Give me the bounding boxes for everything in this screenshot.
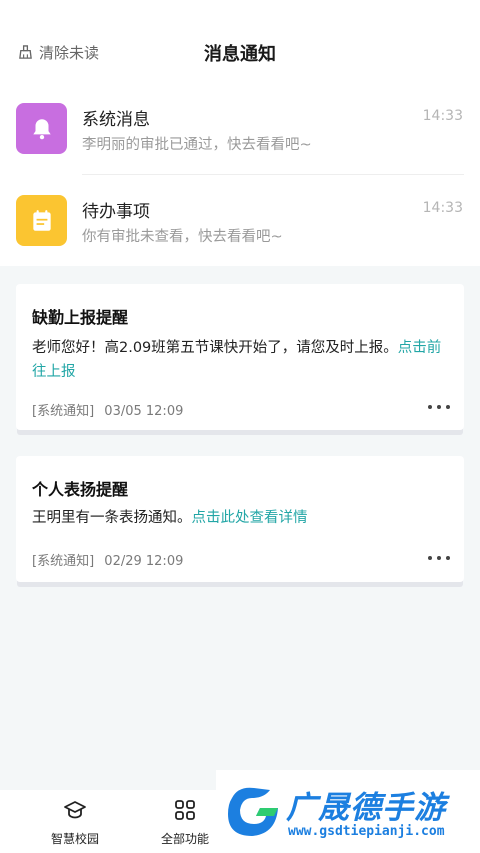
tab-smart-campus[interactable]: 智慧校园 — [20, 790, 130, 853]
card-link[interactable]: 点击此处查看详情 — [192, 510, 308, 526]
card-title: 个人表扬提醒 — [32, 480, 129, 499]
message-subtitle: 李明丽的审批已通过，快去看看吧~ — [82, 137, 312, 153]
message-item-system[interactable]: 系统消息 李明丽的审批已通过，快去看看吧~ 14:33 — [0, 103, 480, 191]
watermark-brand: 广晟德手游 — [286, 790, 446, 826]
notification-card-absence[interactable]: 缺勤上报提醒 老师您好！高2.09班第五节课快开始了，请您及时上报。点击前往上报… — [16, 284, 464, 430]
watermark-url: www.gsdtiepianji.com — [288, 824, 445, 839]
message-time: 14:33 — [422, 108, 463, 124]
bell-icon — [16, 103, 67, 154]
card-text-body: 老师您好！高2.09班第五节课快开始了，请您及时上报。 — [32, 340, 398, 356]
card-date: 02/29 12:09 — [104, 554, 184, 569]
card-text-body: 王明里有一条表扬通知。 — [32, 510, 192, 526]
card-text: 老师您好！高2.09班第五节课快开始了，请您及时上报。点击前往上报 — [32, 336, 448, 384]
page-title: 消息通知 — [204, 44, 276, 65]
message-subtitle: 你有审批未查看，快去看看吧~ — [82, 229, 283, 245]
message-title: 系统消息 — [82, 110, 150, 130]
notification-list: 缺勤上报提醒 老师您好！高2.09班第五节课快开始了，请您及时上报。点击前往上报… — [0, 266, 480, 790]
graduation-cap-icon — [64, 801, 86, 819]
calendar-icon — [16, 195, 67, 246]
more-options-icon[interactable] — [428, 402, 450, 412]
card-meta: [系统通知] 02/29 12:09 — [32, 550, 183, 569]
notification-card-praise[interactable]: 个人表扬提醒 王明里有一条表扬通知。点击此处查看详情 [系统通知] 02/29 … — [16, 456, 464, 582]
card-date: 03/05 12:09 — [104, 404, 184, 419]
card-title: 缺勤上报提醒 — [32, 308, 129, 327]
tab-label: 智慧校园 — [50, 832, 99, 846]
card-text: 王明里有一条表扬通知。点击此处查看详情 — [32, 506, 448, 530]
header: 清除未读 消息通知 — [0, 0, 480, 96]
brand-logo-icon — [228, 787, 278, 836]
card-source: [系统通知] — [32, 404, 95, 419]
message-time: 14:33 — [422, 200, 463, 216]
watermark: 广晟德手游 www.gsdtiepianji.com — [216, 770, 480, 853]
card-meta: [系统通知] 03/05 12:09 — [32, 400, 183, 419]
card-source: [系统通知] — [32, 554, 95, 569]
message-title: 待办事项 — [82, 202, 150, 222]
more-options-icon[interactable] — [428, 553, 450, 563]
divider — [82, 174, 464, 175]
grid-icon — [175, 800, 195, 820]
